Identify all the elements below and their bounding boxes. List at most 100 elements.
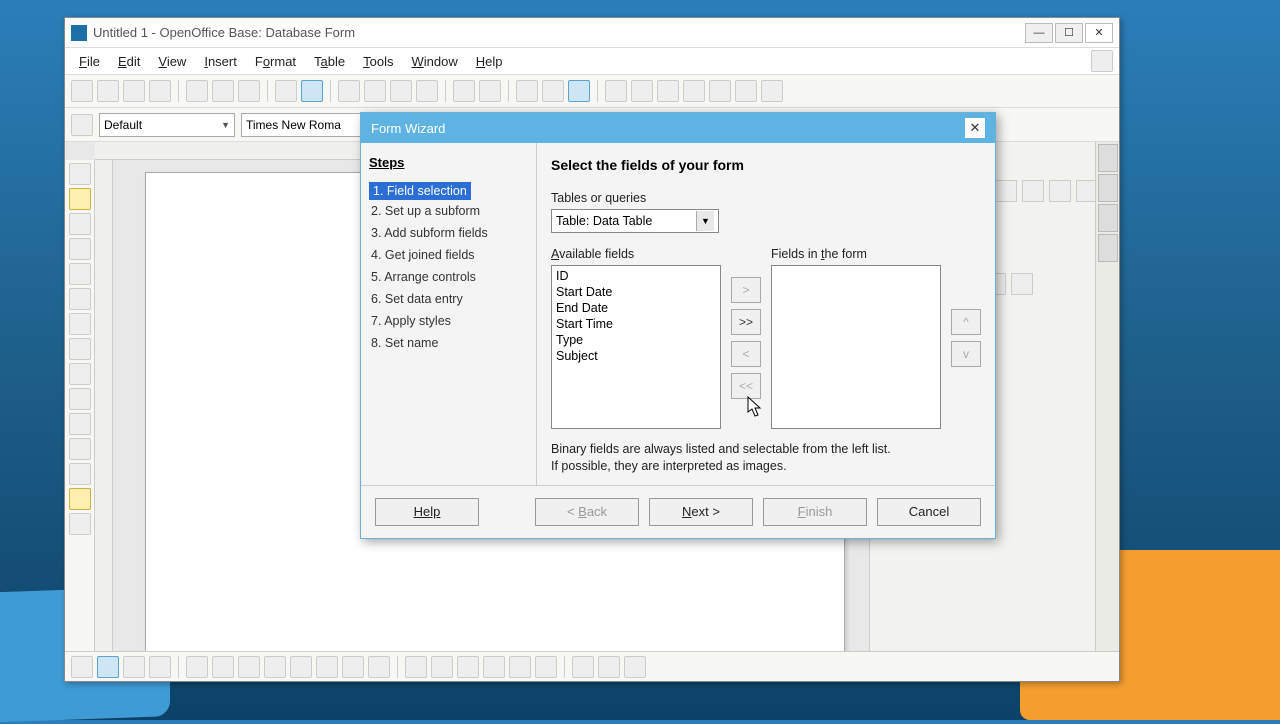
draw-ellipse-icon[interactable] xyxy=(264,656,286,678)
move-up-button[interactable]: ^ xyxy=(951,309,981,335)
step-2[interactable]: 2. Set up a subform xyxy=(369,200,528,222)
combobox-tool[interactable] xyxy=(69,388,91,410)
design-mode-button[interactable] xyxy=(568,80,590,102)
next-button[interactable]: Next > xyxy=(649,498,753,526)
nav-next-icon[interactable] xyxy=(123,656,145,678)
help-button[interactable] xyxy=(761,80,783,102)
preview-button[interactable] xyxy=(238,80,260,102)
field-end-date[interactable]: End Date xyxy=(556,300,716,316)
form-design-tool[interactable] xyxy=(69,188,91,210)
cut-button[interactable] xyxy=(338,80,360,102)
field-subject[interactable]: Subject xyxy=(556,348,716,364)
copy-button[interactable] xyxy=(364,80,386,102)
form-fields-listbox[interactable] xyxy=(771,265,941,429)
dialog-close-button[interactable]: ✕ xyxy=(965,118,985,138)
print-button[interactable] xyxy=(212,80,234,102)
menu-tools[interactable]: Tools xyxy=(355,52,401,71)
panel-tab-properties[interactable] xyxy=(1098,144,1118,172)
remove-field-button[interactable]: < xyxy=(731,341,761,367)
record-button[interactable] xyxy=(631,80,653,102)
draw-rect-icon[interactable] xyxy=(238,656,260,678)
back-button[interactable]: < Back xyxy=(535,498,639,526)
available-fields-listbox[interactable]: ID Start Date End Date Start Time Type S… xyxy=(551,265,721,429)
shape-star-icon[interactable] xyxy=(535,656,557,678)
finish-button[interactable]: Finish xyxy=(763,498,867,526)
minimize-button[interactable]: — xyxy=(1025,23,1053,43)
menu-help[interactable]: Help xyxy=(468,52,511,71)
field-start-time[interactable]: Start Time xyxy=(556,316,716,332)
more2-tool[interactable] xyxy=(69,463,91,485)
nav-last-icon[interactable] xyxy=(149,656,171,678)
strike-icon[interactable] xyxy=(1022,180,1044,202)
extrude-icon[interactable] xyxy=(624,656,646,678)
checkbox-tool[interactable] xyxy=(69,238,91,260)
new-doc-button[interactable] xyxy=(71,80,93,102)
navigator-button[interactable] xyxy=(709,80,731,102)
export-pdf-button[interactable] xyxy=(186,80,208,102)
super-icon[interactable] xyxy=(1049,180,1071,202)
maximize-button[interactable]: ☐ xyxy=(1055,23,1083,43)
link-button[interactable] xyxy=(516,80,538,102)
nav-tool[interactable] xyxy=(69,513,91,535)
menu-table[interactable]: Table xyxy=(306,52,353,71)
table-button[interactable] xyxy=(542,80,564,102)
draw-select-icon[interactable] xyxy=(186,656,208,678)
redo-button[interactable] xyxy=(479,80,501,102)
nav-prev-icon[interactable] xyxy=(97,656,119,678)
draw-arc-icon[interactable] xyxy=(368,656,390,678)
email-button[interactable] xyxy=(149,80,171,102)
panel-tab-gallery[interactable] xyxy=(1098,204,1118,232)
draw-curve-icon[interactable] xyxy=(316,656,338,678)
step-7[interactable]: 7. Apply styles xyxy=(369,310,528,332)
menu-window[interactable]: Window xyxy=(404,52,466,71)
tables-combobox[interactable]: Table: Data Table ▼ xyxy=(551,209,719,233)
cancel-button[interactable]: Cancel xyxy=(877,498,981,526)
help-button[interactable]: Help xyxy=(375,498,479,526)
insert-img-icon[interactable] xyxy=(598,656,620,678)
undo-button[interactable] xyxy=(453,80,475,102)
field-type[interactable]: Type xyxy=(556,332,716,348)
nav-first-icon[interactable] xyxy=(71,656,93,678)
chart-button[interactable] xyxy=(683,80,705,102)
menu-view[interactable]: View xyxy=(150,52,194,71)
numbering-icon[interactable] xyxy=(1011,273,1033,295)
shape-symbol-icon[interactable] xyxy=(431,656,453,678)
open-button[interactable] xyxy=(97,80,119,102)
paste-button[interactable] xyxy=(390,80,412,102)
option-tool[interactable] xyxy=(69,338,91,360)
add-all-fields-button[interactable]: >> xyxy=(731,309,761,335)
menu-edit[interactable]: Edit xyxy=(110,52,148,71)
paragraph-style-select[interactable]: Default ▼ xyxy=(99,113,235,137)
field-id[interactable]: ID xyxy=(556,268,716,284)
listbox-tool[interactable] xyxy=(69,363,91,385)
menu-file[interactable]: FFileile xyxy=(71,52,108,71)
image-button[interactable] xyxy=(657,80,679,102)
extension-icon[interactable] xyxy=(1091,50,1113,72)
control-tool[interactable] xyxy=(69,213,91,235)
button-tool[interactable] xyxy=(69,313,91,335)
wizard-tool[interactable] xyxy=(69,488,91,510)
dialog-titlebar[interactable]: Form Wizard ✕ xyxy=(361,113,995,143)
shape-flow-icon[interactable] xyxy=(483,656,505,678)
step-6[interactable]: 6. Set data entry xyxy=(369,288,528,310)
menu-format[interactable]: Format xyxy=(247,52,304,71)
titlebar[interactable]: Untitled 1 - OpenOffice Base: Database F… xyxy=(65,18,1119,48)
field-start-date[interactable]: Start Date xyxy=(556,284,716,300)
panel-tab-navigator[interactable] xyxy=(1098,234,1118,262)
draw-line-icon[interactable] xyxy=(212,656,234,678)
fontwork-icon[interactable] xyxy=(572,656,594,678)
panel-tab-styles[interactable] xyxy=(1098,174,1118,202)
label-tool[interactable] xyxy=(69,413,91,435)
styles-button[interactable] xyxy=(71,114,93,136)
draw-free-icon[interactable] xyxy=(342,656,364,678)
selection-tool[interactable] xyxy=(69,163,91,185)
menu-insert[interactable]: Insert xyxy=(196,52,245,71)
shape-basic-icon[interactable] xyxy=(405,656,427,678)
textbox-tool[interactable] xyxy=(69,263,91,285)
underline-icon[interactable] xyxy=(995,180,1017,202)
step-3[interactable]: 3. Add subform fields xyxy=(369,222,528,244)
save-button[interactable] xyxy=(123,80,145,102)
remove-all-fields-button[interactable]: << xyxy=(731,373,761,399)
add-field-button[interactable]: > xyxy=(731,277,761,303)
step-4[interactable]: 4. Get joined fields xyxy=(369,244,528,266)
